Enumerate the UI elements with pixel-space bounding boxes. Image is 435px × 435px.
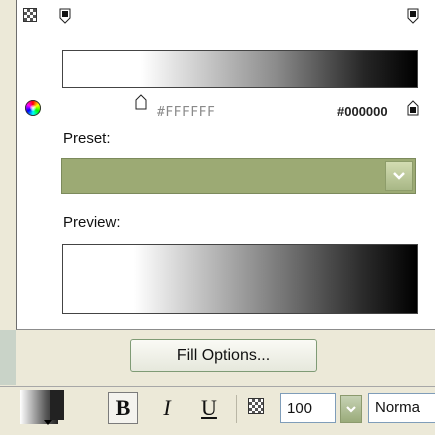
opacity-input[interactable]	[280, 393, 336, 423]
gradient-bar[interactable]	[62, 50, 418, 88]
opacity-icon	[248, 398, 264, 414]
preview-label: Preview:	[63, 214, 121, 231]
color-stop-right-icon[interactable]	[407, 100, 419, 116]
opacity-stop-right-icon[interactable]	[407, 8, 419, 24]
left-stop-hex: #FFFFFF	[157, 105, 216, 120]
color-stop-left-icon[interactable]	[135, 94, 147, 110]
toolbar-separator	[236, 395, 237, 423]
gradient-panel: #FFFFFF #000000 Preset: Preview:	[16, 0, 435, 330]
right-stop-hex: #000000	[337, 104, 388, 119]
preset-label: Preset:	[63, 130, 111, 147]
chevron-down-icon[interactable]	[385, 161, 413, 191]
opacity-stop-left-icon[interactable]	[59, 8, 71, 24]
opacity-checker-icon[interactable]	[23, 8, 37, 22]
bold-button[interactable]: B	[108, 392, 138, 424]
blend-mode-dropdown[interactable]: Norma	[368, 393, 435, 423]
color-wheel-icon[interactable]	[25, 100, 41, 116]
gradient-preview	[62, 244, 418, 314]
italic-button[interactable]: I	[152, 392, 182, 424]
fill-options-button[interactable]: Fill Options...	[130, 339, 317, 372]
swatch-arrow-icon[interactable]	[44, 420, 52, 425]
chevron-down-icon[interactable]	[340, 395, 362, 423]
preset-dropdown[interactable]	[61, 158, 416, 194]
underline-button[interactable]: U	[194, 392, 224, 424]
panel-side-strip	[0, 330, 16, 385]
fill-swatch[interactable]	[20, 390, 64, 424]
